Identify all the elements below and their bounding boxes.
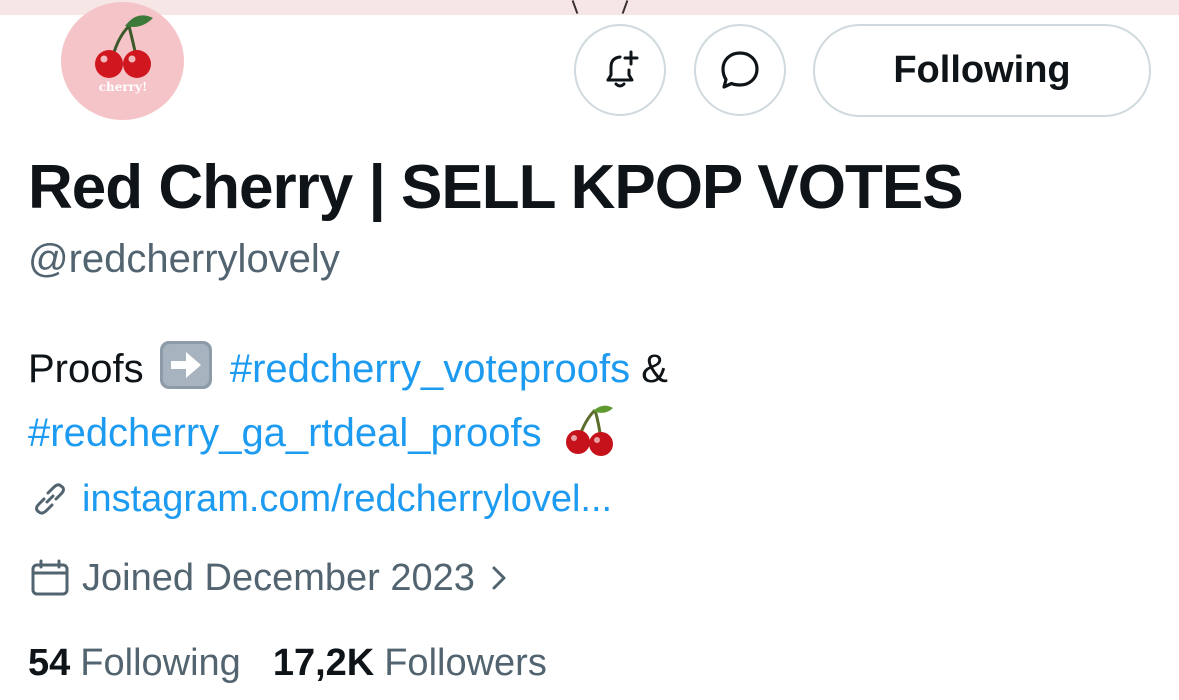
display-name: Red Cherry | SELL KPOP VOTES: [28, 153, 964, 222]
hashtag-link-voteproofs[interactable]: #redcherry_voteproofs: [230, 347, 630, 391]
right-arrow-emoji-icon: [159, 341, 212, 389]
profile-page: cherry! Following Red Cherry | SELL KPOP…: [0, 0, 1179, 700]
bell-plus-icon: [606, 50, 639, 88]
following-label: Following: [80, 642, 241, 684]
cherry-logo-icon: cherry!: [95, 15, 153, 94]
profile-bio: Proofs #redcherry_voteproofs & #redcherr…: [28, 337, 1148, 465]
following-stat[interactable]: 54 Following: [28, 642, 241, 685]
avatar-text: cherry!: [99, 80, 148, 94]
calendar-icon: [31, 559, 69, 596]
following-count: 54: [28, 642, 71, 684]
avatar[interactable]: cherry!: [61, 2, 184, 120]
followers-stat[interactable]: 17,2K Followers: [273, 642, 547, 685]
followers-label: Followers: [384, 642, 547, 684]
followers-count: 17,2K: [272, 642, 375, 684]
banner-detail: [571, 0, 579, 14]
username-handle: @redcherrylovely: [28, 237, 340, 281]
message-button[interactable]: [694, 24, 786, 116]
notification-button[interactable]: [574, 24, 666, 116]
website-link[interactable]: instagram.com/redcherrylovel...: [82, 478, 612, 521]
hashtag-link-rtdeal-proofs[interactable]: #redcherry_ga_rtdeal_proofs: [28, 411, 542, 455]
message-bubble-icon: [721, 51, 759, 89]
chevron-right-icon: [492, 566, 506, 590]
join-date-text: Joined December 2023: [82, 556, 475, 599]
profile-website[interactable]: instagram.com/redcherrylovel...: [28, 477, 612, 521]
cherry-emoji-icon: [565, 405, 613, 456]
follow-stats: 54 Following 17,2K Followers: [28, 642, 547, 685]
profile-banner[interactable]: [0, 0, 1179, 15]
bio-prefix: Proofs: [28, 347, 144, 391]
join-date[interactable]: Joined December 2023: [28, 556, 509, 600]
bio-joiner: &: [641, 347, 668, 391]
following-button[interactable]: Following: [813, 24, 1151, 117]
banner-detail: [621, 0, 629, 14]
link-icon: [35, 483, 65, 515]
